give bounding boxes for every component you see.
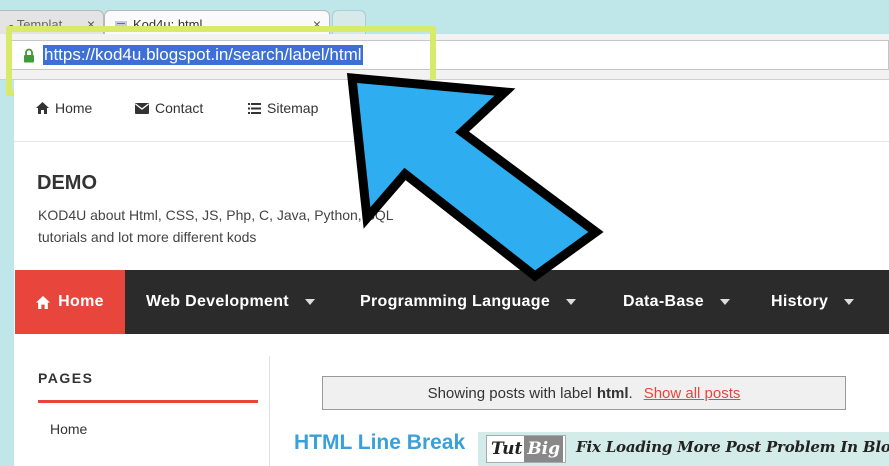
web-page: Home Contact Sitemap DEMO KOD4U about Ht… xyxy=(14,80,889,466)
label-notice: Showing posts with label html. Show all … xyxy=(322,376,846,410)
envelope-icon xyxy=(135,102,149,114)
topnav-item-contact[interactable]: Contact xyxy=(135,100,203,116)
mainnav-label: History xyxy=(771,293,829,310)
chevron-down-icon xyxy=(304,299,315,305)
mainnav-label: Data-Base xyxy=(623,293,704,310)
chevron-down-icon xyxy=(566,299,577,305)
sidebar-heading-rule xyxy=(38,400,258,403)
notice-prefix: Showing posts with label xyxy=(427,384,592,402)
tutbig-logo: Tut Big xyxy=(486,435,566,463)
topnav-label: Contact xyxy=(155,100,204,116)
chevron-down-icon xyxy=(844,299,855,305)
mainnav-label: Web Development xyxy=(146,293,289,310)
topnav-item-sitemap[interactable]: Sitemap xyxy=(248,100,318,116)
home-icon xyxy=(36,102,49,114)
show-all-posts-link[interactable]: Show all posts xyxy=(644,385,741,402)
post-title-link[interactable]: HTML Line Break xyxy=(294,431,465,455)
logo-text-left: Tut xyxy=(491,439,523,459)
topnav-item-home[interactable]: Home xyxy=(36,100,92,116)
sidebar-heading: PAGES xyxy=(38,370,94,386)
content-divider xyxy=(269,356,270,466)
mainnav-item-programming-language[interactable]: Programming Language xyxy=(360,270,577,334)
site-title[interactable]: DEMO xyxy=(37,172,97,195)
home-icon xyxy=(36,295,51,309)
topnav-label: Sitemap xyxy=(267,100,319,116)
logo-text-right: Big xyxy=(524,436,564,462)
notice-suffix: . xyxy=(628,384,633,402)
list-icon xyxy=(248,102,261,114)
topnav-label: Home xyxy=(55,100,93,116)
mainnav-item-web-development[interactable]: Web Development xyxy=(146,270,315,334)
watermark-banner: Tut Big Fix Loading More Post Problem In… xyxy=(476,430,889,466)
site-description: KOD4U about Html, CSS, JS, Php, C, Java,… xyxy=(38,207,394,245)
main-navigation: Home Web Development Programming Languag… xyxy=(15,270,889,334)
notice-label: html xyxy=(596,384,629,402)
mainnav-item-history[interactable]: History xyxy=(771,270,855,334)
chevron-down-icon xyxy=(719,299,730,305)
sidebar-link-home[interactable]: Home xyxy=(50,421,87,437)
mainnav-item-data-base[interactable]: Data-Base xyxy=(623,270,730,334)
mainnav-label: Home xyxy=(58,293,104,310)
mainnav-label: Programming Language xyxy=(360,293,551,310)
mainnav-item-home[interactable]: Home xyxy=(15,270,125,334)
top-navigation: Home Contact Sitemap xyxy=(14,80,889,142)
banner-caption: Fix Loading More Post Problem In Blogger xyxy=(576,438,889,456)
